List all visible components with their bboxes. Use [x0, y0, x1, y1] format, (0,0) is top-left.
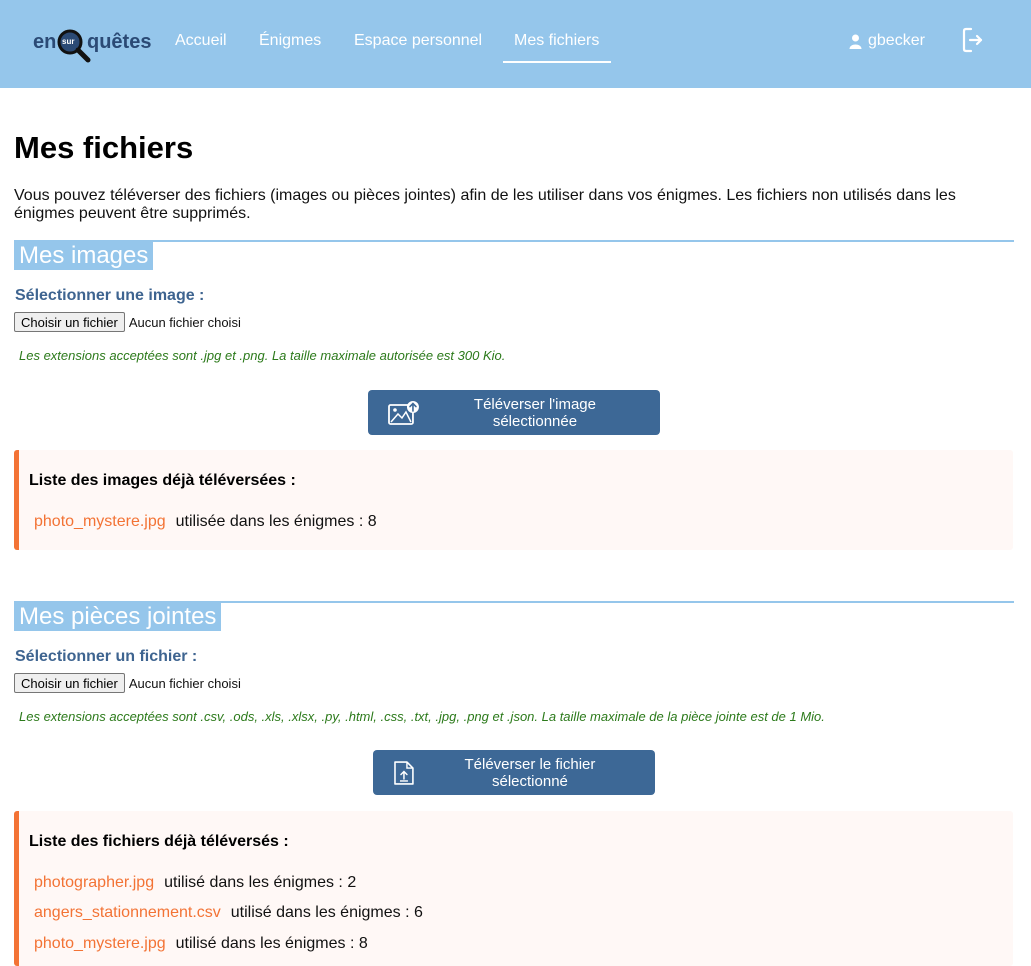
image-file-input: Choisir un fichier Aucun fichier choisi — [14, 312, 241, 332]
images-section-rule — [14, 240, 1014, 242]
file-usage: utilisé dans les énigmes : 6 — [230, 904, 423, 921]
list-item: photographer.jpg utilisé dans les énigmes… — [34, 874, 356, 892]
upload-attachment-label: Téléverser le fichier sélectionné — [464, 755, 596, 790]
image-file-status: Aucun fichier choisi — [128, 314, 241, 330]
file-usage: utilisée dans les énigmes : 8 — [175, 513, 377, 530]
attachment-file-status: Aucun fichier choisi — [128, 675, 241, 691]
upload-image-button[interactable]: Téléverser l'image sélectionnée — [368, 390, 660, 435]
file-link[interactable]: photographer.jpg — [34, 874, 154, 891]
file-link[interactable]: photo_mystere.jpg — [34, 513, 166, 530]
user-icon — [849, 34, 862, 49]
upload-attachment-button[interactable]: Téléverser le fichier sélectionné — [373, 750, 655, 795]
upload-image-label: Téléverser l'image sélectionnée — [473, 395, 596, 430]
nav-enigmes[interactable]: Énigmes — [259, 32, 321, 50]
site-logo[interactable]: en sur quêtes — [33, 24, 151, 66]
logo-text-right: quêtes — [87, 31, 152, 53]
uploaded-images-title: Liste des images déjà téléversées : — [29, 472, 296, 489]
nav-espace-personnel[interactable]: Espace personnel — [354, 32, 482, 50]
uploaded-files-title: Liste des fichiers déjà téléversés : — [29, 833, 289, 850]
nav-accueil[interactable]: Accueil — [175, 32, 227, 50]
nav-mes-fichiers[interactable]: Mes fichiers — [514, 32, 599, 50]
logo-text-left: en — [33, 31, 57, 53]
file-usage: utilisé dans les énigmes : 8 — [175, 935, 368, 952]
logo-text-middle: sur — [62, 37, 75, 46]
attachment-choose-file-button[interactable]: Choisir un fichier — [14, 673, 125, 693]
image-upload-icon — [388, 400, 419, 425]
attachment-extensions-hint: Les extensions acceptées sont .csv, .ods… — [19, 709, 825, 724]
attachments-section-title: Mes pièces jointes — [14, 602, 222, 631]
user-menu[interactable]: gbecker — [849, 32, 925, 50]
list-item: photo_mystere.jpg utilisé dans les énigme… — [34, 935, 368, 953]
image-choose-file-button[interactable]: Choisir un fichier — [14, 312, 125, 332]
image-select-label: Sélectionner une image : — [15, 287, 205, 304]
uploaded-files-panel: Liste des fichiers déjà téléversés : pho… — [14, 811, 1013, 966]
active-nav-underline — [503, 61, 611, 63]
page-intro: Vous pouvez téléverser des fichiers (ima… — [14, 187, 956, 222]
file-upload-icon — [394, 760, 414, 785]
page-title: Mes fichiers — [14, 130, 194, 165]
logout-button[interactable] — [962, 27, 984, 58]
file-usage: utilisé dans les énigmes : 2 — [164, 874, 357, 891]
logout-icon — [962, 27, 983, 53]
images-section-title: Mes images — [14, 241, 154, 270]
file-link[interactable]: angers_stationnement.csv — [34, 904, 221, 921]
list-item: photo_mystere.jpg utilisée dans les énigm… — [34, 513, 377, 531]
attachment-select-label: Sélectionner un fichier : — [15, 648, 198, 665]
image-extensions-hint: Les extensions acceptées sont .jpg et .p… — [19, 348, 506, 363]
attachment-file-input: Choisir un fichier Aucun fichier choisi — [14, 673, 241, 693]
top-navbar: en sur quêtes Accueil Énigmes Espace per… — [0, 0, 1031, 88]
list-item: angers_stationnement.csv utilisé dans les… — [34, 904, 423, 922]
uploaded-images-panel: Liste des images déjà téléversées : phot… — [14, 450, 1013, 550]
username: gbecker — [868, 32, 925, 49]
file-link[interactable]: photo_mystere.jpg — [34, 935, 166, 952]
